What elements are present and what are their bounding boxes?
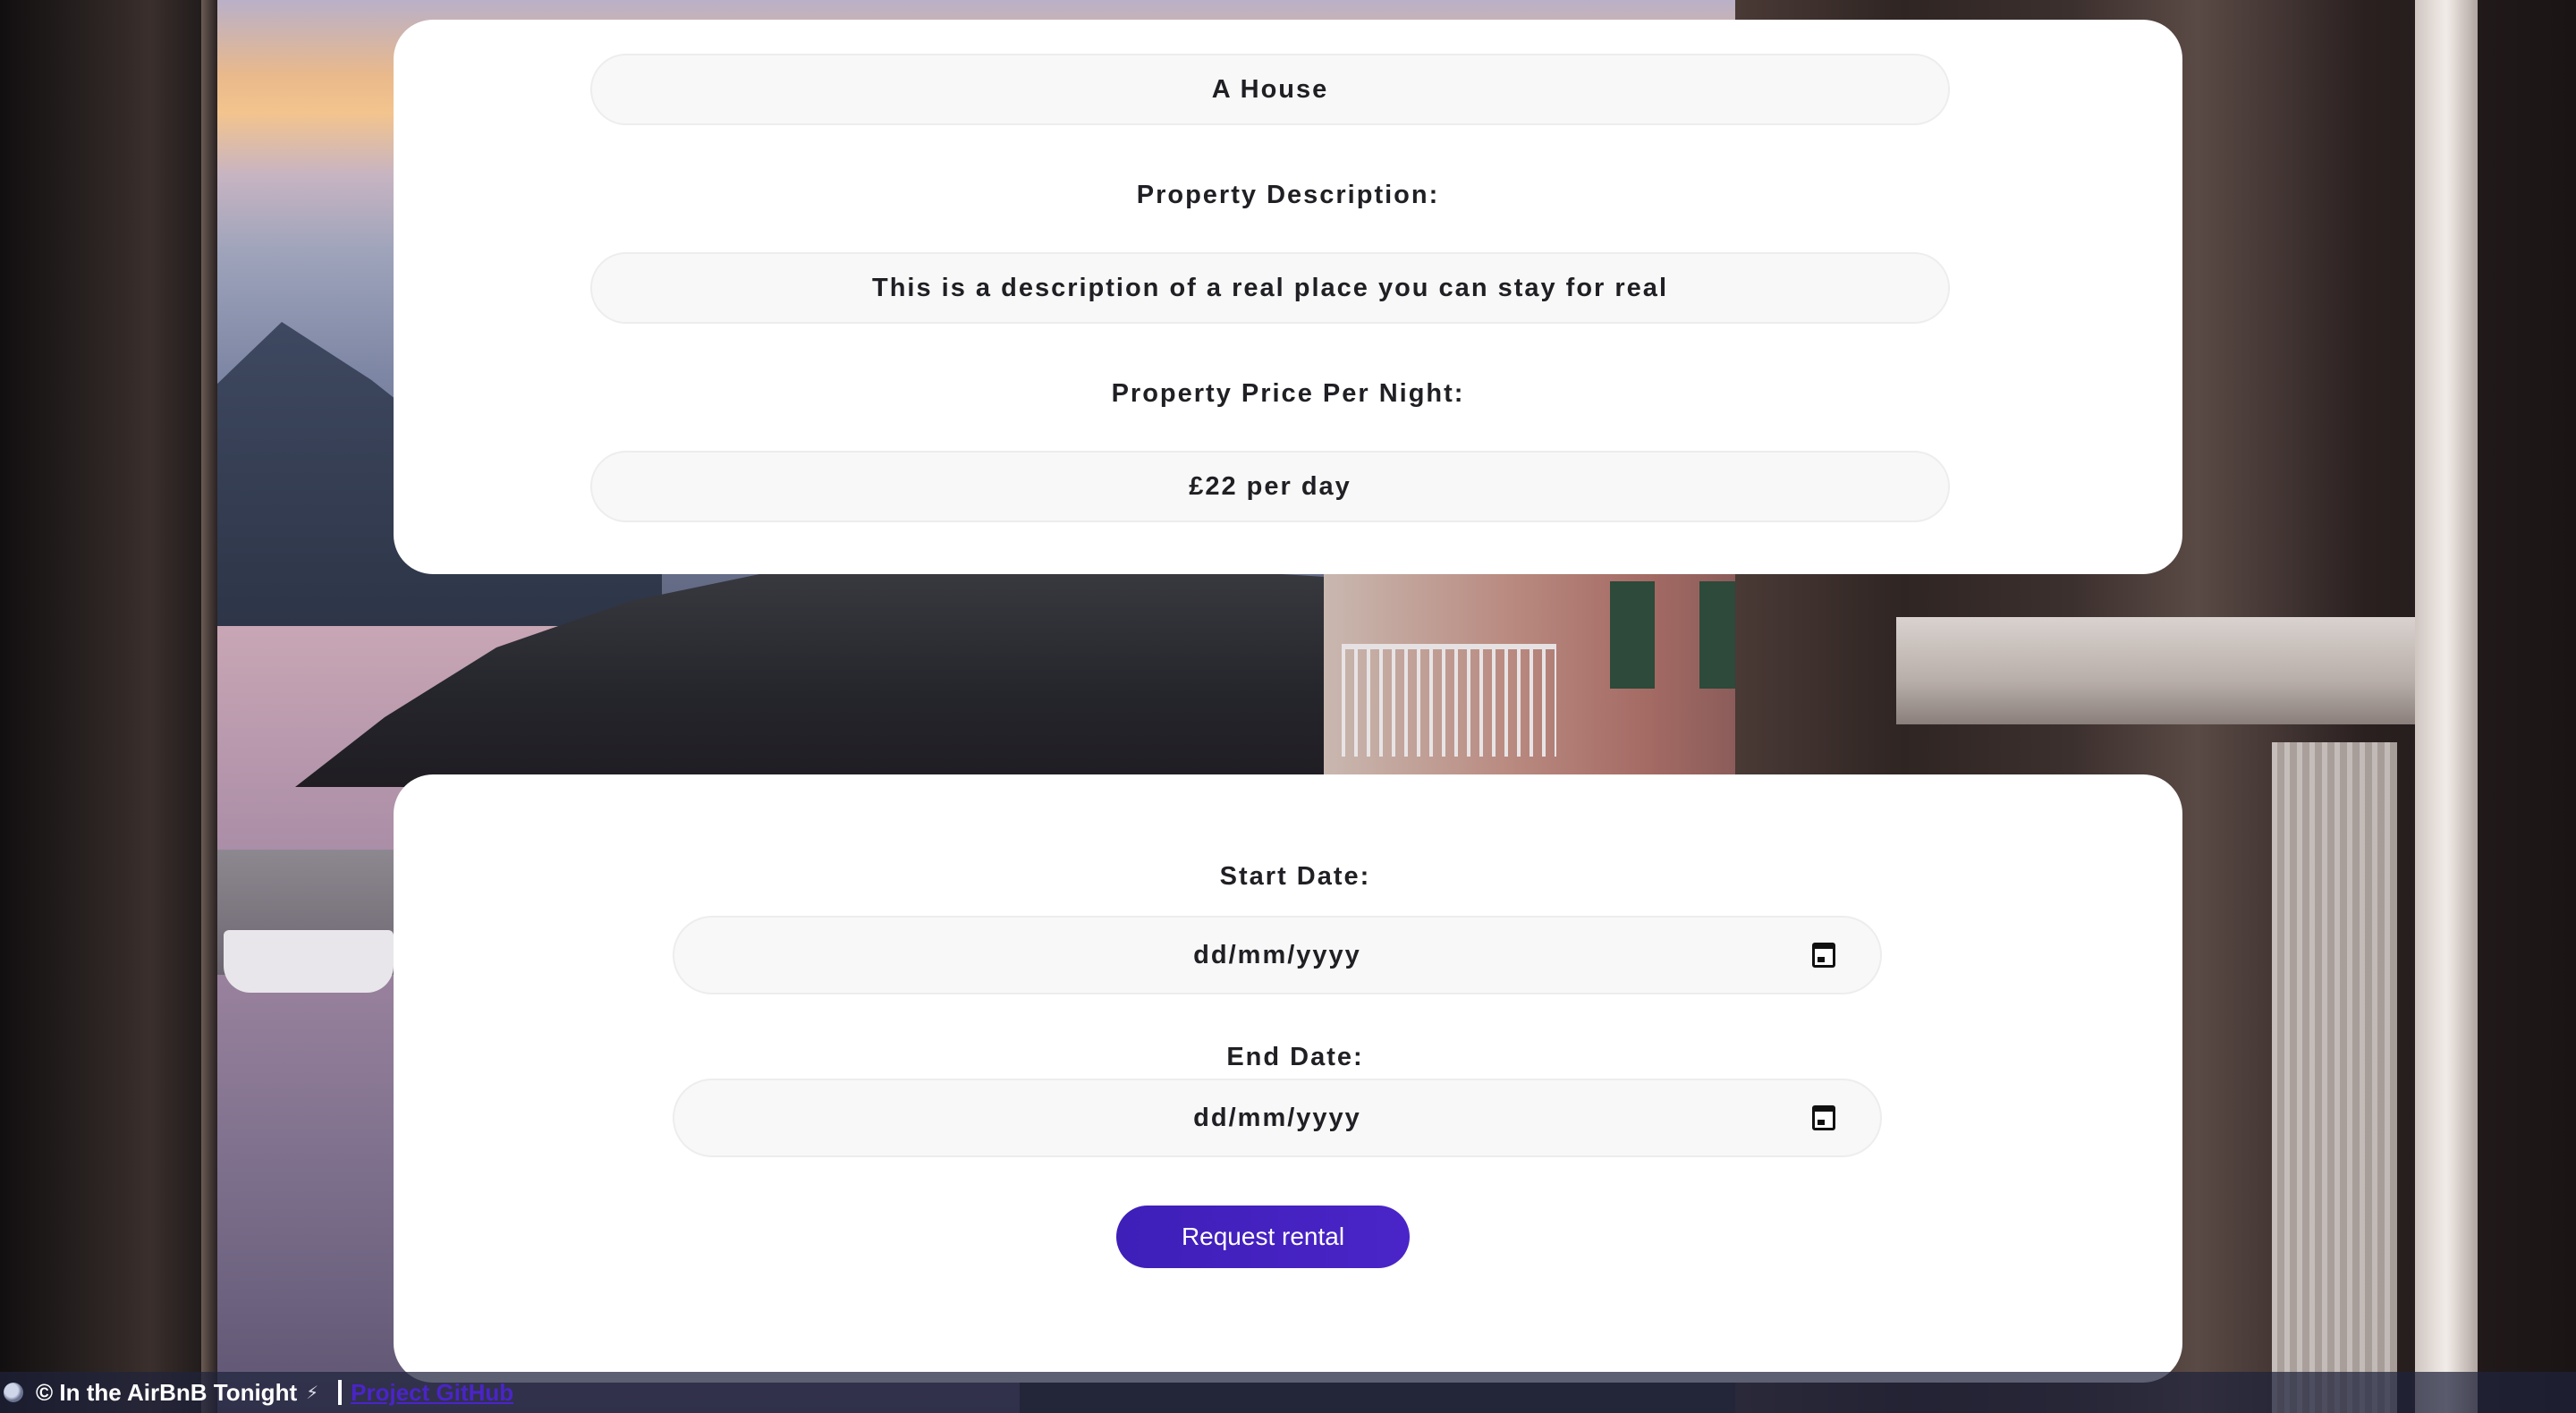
footer-copyright: © In the AirBnB Tonight [36,1378,298,1406]
end-date-value: dd/mm/yyyy [1193,1103,1361,1132]
property-name-field[interactable]: A House [590,54,1950,125]
start-date-label: Start Date: [1219,862,1371,891]
end-date-label: End Date: [1226,1043,1364,1071]
start-date-input[interactable]: dd/mm/yyyy [673,916,1882,994]
property-description-value: This is a description of a real place yo… [872,273,1668,302]
property-name-value: A House [1211,74,1329,104]
lightning-icon: ⚡ [306,1383,319,1403]
property-price-field[interactable]: £22 per day [590,451,1950,522]
property-price-value: £22 per day [1189,471,1352,501]
end-date-input[interactable]: dd/mm/yyyy [673,1079,1882,1157]
project-github-link[interactable]: Project GitHub [351,1379,513,1407]
property-price-label: Property Price Per Night: [1111,379,1465,408]
site-logo-icon [4,1383,23,1402]
property-description-label: Property Description: [1136,181,1440,209]
booking-card: Start Date: dd/mm/yyyy End Date: dd/mm/y… [394,774,2182,1383]
request-rental-button[interactable]: Request rental [1116,1206,1410,1268]
footer-divider [338,1380,343,1405]
start-date-value: dd/mm/yyyy [1193,940,1361,969]
property-details-card: A House Property Description: This is a … [394,20,2182,574]
property-description-field[interactable]: This is a description of a real place yo… [590,252,1950,324]
footer-bar: © In the AirBnB Tonight ⚡ Project GitHub [0,1372,2576,1413]
calendar-icon[interactable] [1812,943,1835,968]
calendar-icon[interactable] [1812,1105,1835,1130]
